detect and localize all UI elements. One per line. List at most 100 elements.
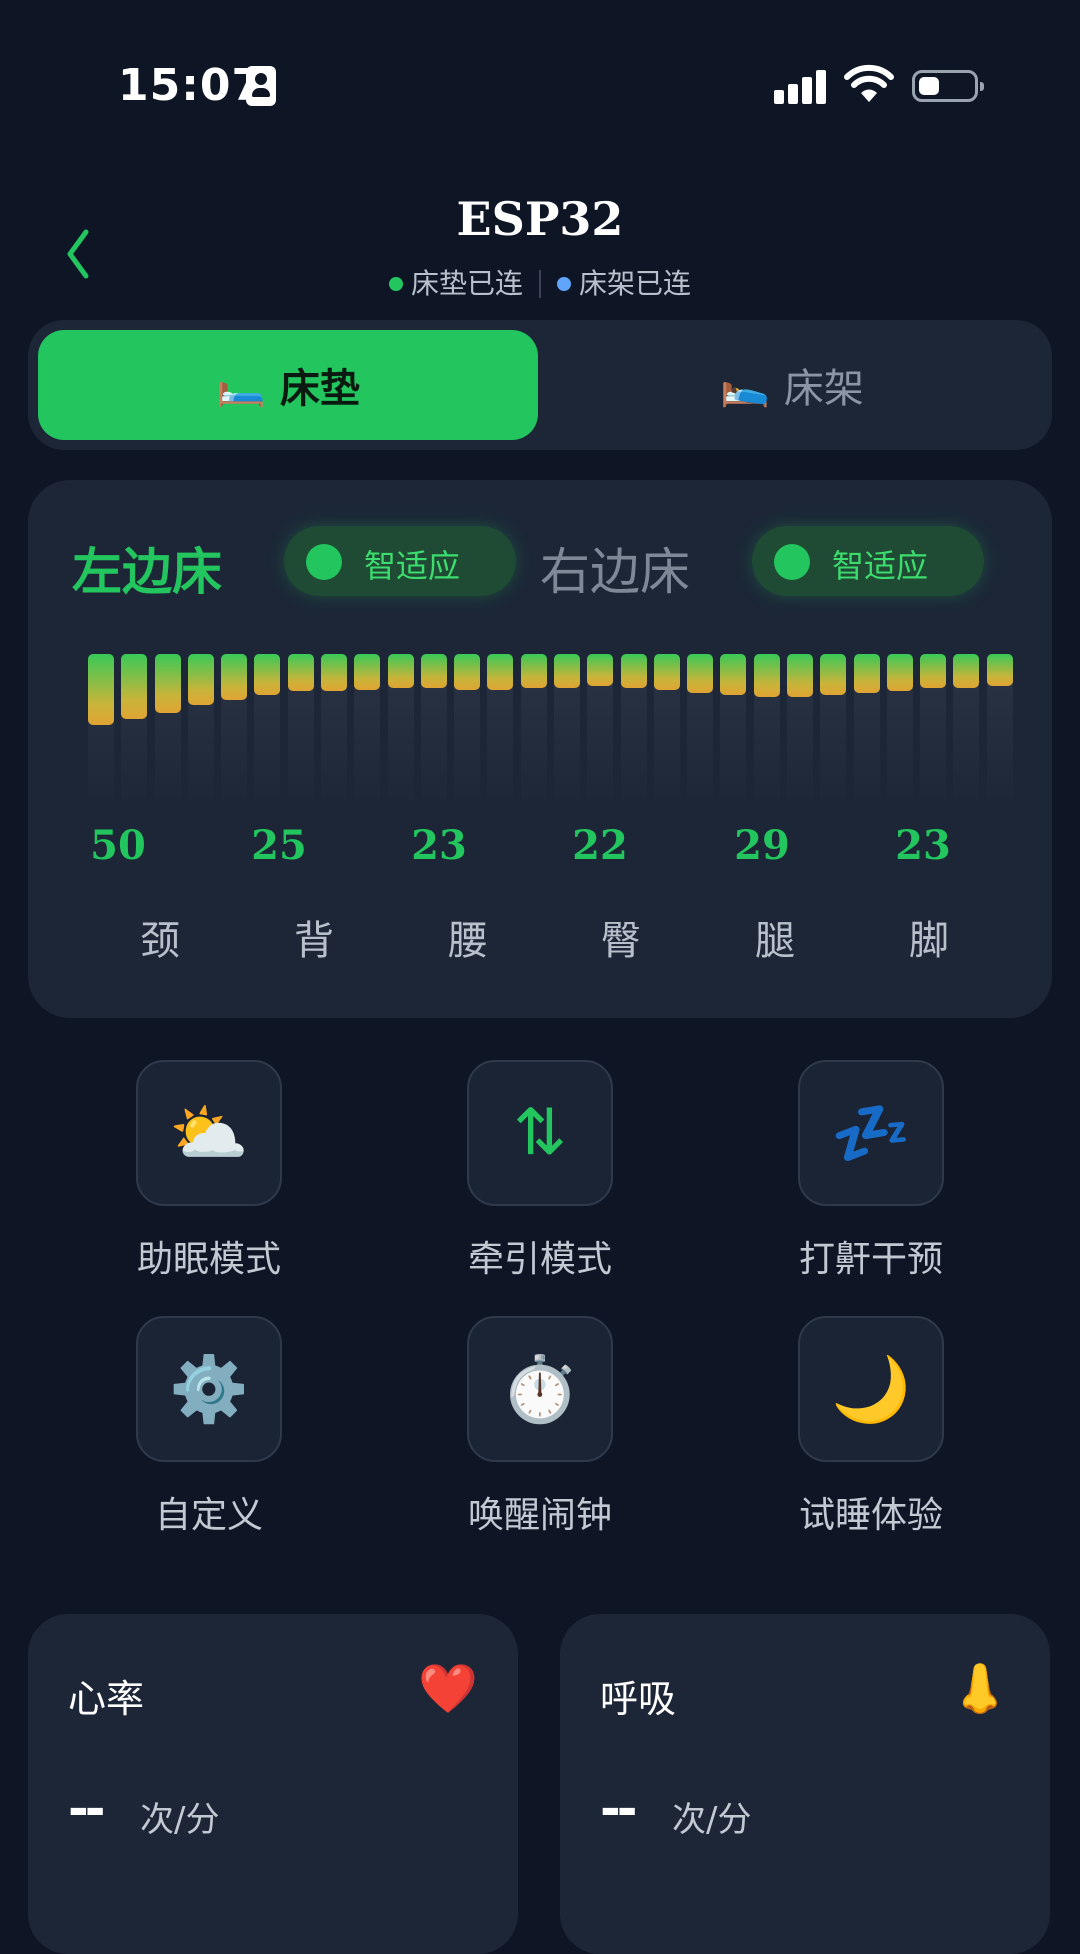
pressure-bar-fill bbox=[154, 654, 181, 713]
tab-bed-frame[interactable]: 🛌 床架 bbox=[542, 330, 1042, 440]
pressure-bar-fill bbox=[886, 654, 913, 691]
mattress-pressure-card: 左边床 智适应 右边床 智适应 50 25 23 22 29 23 颈 背 腰 臀 腿 脚 bbox=[28, 480, 1052, 1018]
pressure-bar-fill bbox=[953, 654, 980, 688]
pressure-bars bbox=[88, 654, 1022, 802]
zone-label: 脚 bbox=[909, 918, 949, 964]
connection-status: 床垫已连 床架已连 bbox=[0, 262, 1080, 302]
tab-bed-frame-label: 床架 bbox=[783, 366, 864, 412]
mattress-status-dot-icon bbox=[388, 277, 403, 291]
breathing-value: -- bbox=[600, 1780, 637, 1838]
pressure-bar bbox=[554, 654, 580, 802]
zone-label: 背 bbox=[294, 918, 334, 964]
page-title: ESP32 bbox=[456, 192, 624, 246]
pressure-bar bbox=[853, 654, 880, 802]
pressure-bar-fill bbox=[187, 654, 214, 705]
snore-intervention-button[interactable]: 💤 打鼾干预 bbox=[741, 1060, 1001, 1282]
pressure-bar-fill bbox=[853, 654, 880, 693]
heart-rate-card[interactable]: 心率 ❤️ -- 次/分 bbox=[28, 1614, 518, 1954]
pressure-bar-fill bbox=[487, 654, 514, 690]
pressure-bar-fill bbox=[920, 654, 947, 688]
pressure-bar-fill bbox=[354, 654, 381, 690]
pressure-bar bbox=[487, 654, 514, 802]
pressure-bar bbox=[254, 654, 281, 802]
zone-label: 腿 bbox=[755, 918, 795, 964]
pressure-bar-fill bbox=[88, 654, 114, 725]
pressure-bar bbox=[720, 654, 747, 802]
zone-value: 22 bbox=[572, 822, 628, 869]
breathing-title: 呼吸 bbox=[600, 1677, 677, 1721]
left-bed-tab[interactable]: 左边床 bbox=[72, 532, 222, 604]
pressure-bar-fill bbox=[820, 654, 847, 695]
pressure-bar-fill bbox=[687, 654, 714, 693]
pressure-bar bbox=[953, 654, 980, 802]
status-time: 15:07 bbox=[118, 60, 264, 111]
trial-sleep-button[interactable]: 🌙 试睡体验 bbox=[741, 1316, 1001, 1538]
bed-icon: 🛏️ bbox=[216, 362, 266, 409]
wake-alarm-button[interactable]: ⏱️ 唤醒闹钟 bbox=[410, 1316, 670, 1538]
gear-icon: ⚙️ bbox=[136, 1316, 282, 1462]
pressure-bar bbox=[221, 654, 248, 802]
contact-card-icon bbox=[246, 66, 276, 106]
pressure-bar bbox=[420, 654, 447, 802]
snore-zzz-icon: 💤 bbox=[798, 1060, 944, 1206]
pressure-bar-fill bbox=[720, 654, 747, 695]
right-smart-adapt-toggle[interactable]: 智适应 bbox=[752, 526, 984, 596]
status-divider bbox=[539, 270, 541, 298]
pressure-bar-fill bbox=[454, 654, 481, 690]
bed-frame-icon: 🛌 bbox=[720, 362, 770, 409]
pressure-bar bbox=[88, 654, 114, 802]
pressure-bar bbox=[354, 654, 381, 802]
page-header: ESP32 床垫已连 床架已连 bbox=[0, 180, 1080, 310]
left-smart-adapt-toggle[interactable]: 智适应 bbox=[284, 526, 516, 596]
pressure-bar bbox=[820, 654, 847, 802]
pressure-bar-fill bbox=[121, 654, 148, 719]
status-bar: 15:07 bbox=[0, 0, 1080, 170]
heart-icon: ❤️ bbox=[418, 1661, 478, 1717]
pressure-bar bbox=[986, 654, 1013, 802]
right-smart-adapt-label: 智适应 bbox=[832, 547, 929, 585]
pressure-bar-fill bbox=[520, 654, 547, 688]
pressure-bar bbox=[387, 654, 414, 802]
battery-icon bbox=[912, 70, 984, 102]
zone-label: 臀 bbox=[601, 918, 641, 964]
mattress-connection-text: 床垫已连 bbox=[410, 267, 523, 300]
frame-status-dot-icon bbox=[557, 277, 571, 291]
toggle-knob bbox=[306, 544, 342, 580]
pressure-bar-fill bbox=[254, 654, 281, 695]
function-label: 试睡体验 bbox=[798, 1495, 943, 1536]
pressure-bar-fill bbox=[287, 654, 314, 691]
tab-mattress[interactable]: 🛏️ 床垫 bbox=[38, 330, 538, 440]
nose-icon: 👃 bbox=[950, 1661, 1010, 1717]
pressure-bar bbox=[187, 654, 214, 802]
zone-value: 25 bbox=[251, 822, 307, 869]
breathing-card[interactable]: 呼吸 👃 -- 次/分 bbox=[560, 1614, 1050, 1954]
pressure-bar-fill bbox=[753, 654, 780, 697]
pressure-bar-fill bbox=[420, 654, 447, 688]
sun-cloud-icon: ⛅ bbox=[136, 1060, 282, 1206]
sleep-aid-mode-button[interactable]: ⛅ 助眠模式 bbox=[79, 1060, 339, 1282]
zone-value: 50 bbox=[90, 822, 146, 869]
zone-value: 29 bbox=[734, 822, 790, 869]
pressure-bar bbox=[787, 654, 813, 802]
pressure-bar bbox=[321, 654, 347, 802]
moon-icon: 🌙 bbox=[798, 1316, 944, 1462]
pressure-bar-fill bbox=[653, 654, 680, 690]
heart-rate-value: -- bbox=[68, 1780, 105, 1838]
pressure-bar bbox=[454, 654, 481, 802]
breathing-unit: 次/分 bbox=[672, 1800, 752, 1840]
pressure-bar-fill bbox=[321, 654, 347, 691]
zone-label: 颈 bbox=[140, 918, 180, 964]
wifi-icon bbox=[844, 64, 894, 102]
right-bed-tab[interactable]: 右边床 bbox=[540, 532, 690, 604]
custom-button[interactable]: ⚙️ 自定义 bbox=[79, 1316, 339, 1538]
zone-value: 23 bbox=[411, 822, 467, 869]
function-label: 牵引模式 bbox=[467, 1239, 612, 1280]
pressure-bar-fill bbox=[587, 654, 614, 686]
heart-rate-unit: 次/分 bbox=[140, 1800, 220, 1840]
pressure-bar bbox=[620, 654, 647, 802]
cellular-signal-icon bbox=[774, 68, 828, 104]
pressure-bar bbox=[587, 654, 614, 802]
pressure-bar bbox=[520, 654, 547, 802]
zone-values: 50 25 23 22 29 23 bbox=[76, 822, 1016, 882]
traction-mode-button[interactable]: ⇅ 牵引模式 bbox=[410, 1060, 670, 1282]
